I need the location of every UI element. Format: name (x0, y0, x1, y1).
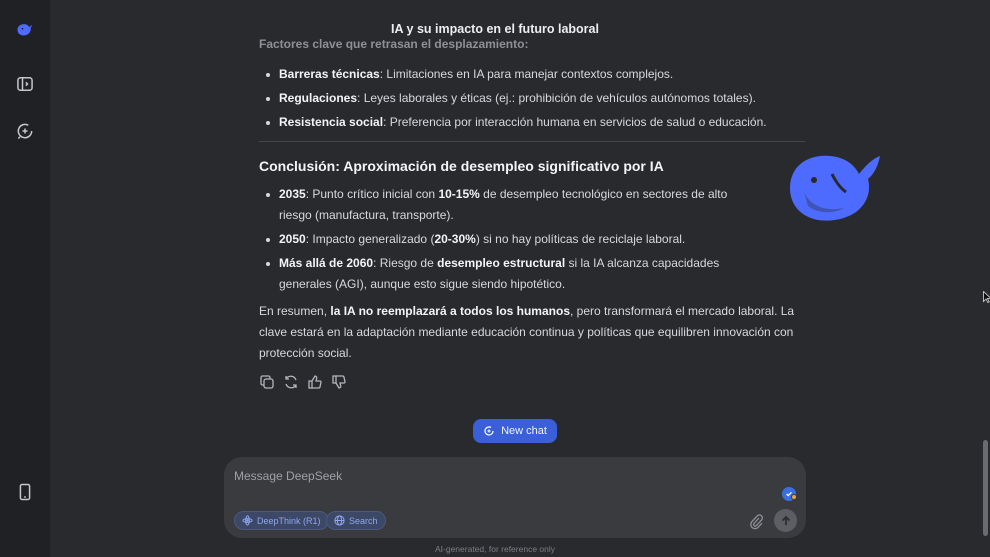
list-item-bold: Más allá de 2060 (279, 256, 374, 270)
message-input[interactable] (234, 467, 774, 485)
list-item-bold: Resistencia social (279, 115, 384, 129)
list-item-bold: Barreras técnicas (279, 67, 380, 81)
list-item-bold: desempleo estructural (437, 256, 566, 270)
factors-list: Barreras técnicas: Limitaciones en IA pa… (259, 64, 809, 133)
new-chat-button[interactable]: New chat (473, 419, 557, 443)
attach-icon[interactable] (748, 512, 764, 530)
conclusion-heading: Conclusión: Aproximación de desempleo si… (259, 158, 664, 174)
summary-bold: la IA no reemplazará a todos los humanos (330, 304, 570, 318)
list-item-bold: 2035 (279, 187, 306, 201)
new-chat-icon[interactable] (13, 119, 37, 143)
deepseek-whale-icon (784, 148, 886, 226)
search-label: Search (349, 515, 378, 526)
list-item-text: : Riesgo de (373, 256, 438, 270)
list-item-bold: 2050 (279, 232, 306, 246)
sidebar-toggle-icon[interactable] (13, 72, 37, 96)
new-chat-icon (484, 426, 494, 436)
scrollbar[interactable] (983, 440, 988, 536)
faded-heading: Factores clave que retrasan el desplazam… (259, 37, 529, 50)
thumbs-up-icon[interactable] (307, 374, 323, 390)
mobile-app-icon[interactable] (13, 480, 37, 504)
list-item-text: : Limitaciones en IA para manejar contex… (379, 67, 674, 81)
list-item-bold: 10-15% (438, 187, 480, 201)
send-button[interactable] (774, 509, 797, 532)
list-item-bold: Regulaciones (279, 91, 358, 105)
summary-text: En resumen, (259, 304, 331, 318)
summary-paragraph: En resumen, la IA no reemplazará a todos… (259, 301, 809, 364)
conversation-title: IA y su impacto en el futuro laboral (391, 22, 599, 36)
deepthink-label: DeepThink (R1) (257, 515, 321, 526)
copy-icon[interactable] (259, 374, 275, 390)
new-chat-label: New chat (501, 425, 547, 437)
list-item-text: : Punto crítico inicial con (305, 187, 439, 201)
arrow-up-icon (781, 515, 790, 525)
list-item-text: : Impacto generalizado ( (305, 232, 435, 246)
regenerate-icon[interactable] (283, 374, 299, 390)
mouse-cursor-icon (983, 290, 990, 304)
sidebar (0, 0, 50, 557)
list-item-text: ) si no hay políticas de reciclaje labor… (475, 232, 686, 246)
atom-icon (242, 515, 253, 526)
list-item: Barreras técnicas: Limitaciones en IA pa… (259, 64, 809, 85)
message-composer: DeepThink (R1) Search (224, 457, 806, 538)
search-button[interactable]: Search (326, 511, 386, 530)
list-item-text: : Preferencia por interacción humana en … (383, 115, 767, 129)
deepthink-button[interactable]: DeepThink (R1) (234, 511, 329, 530)
timeline-list: 2035: Punto crítico inicial con 10-15% d… (259, 184, 759, 295)
list-item: 2050: Impacto generalizado (20-30%) si n… (259, 229, 759, 250)
globe-icon (334, 515, 345, 526)
list-item: Resistencia social: Preferencia por inte… (259, 112, 809, 133)
divider (259, 141, 805, 142)
list-item: Más allá de 2060: Riesgo de desempleo es… (259, 253, 759, 295)
message-actions (259, 374, 347, 390)
thumbs-down-icon[interactable] (331, 374, 347, 390)
list-item: Regulaciones: Leyes laborales y éticas (… (259, 88, 809, 109)
disclaimer: AI-generated, for reference only (434, 544, 555, 554)
list-item: 2035: Punto crítico inicial con 10-15% d… (259, 184, 759, 226)
assistant-message: Factores clave que retrasan el desplazam… (259, 36, 809, 364)
status-dot (791, 494, 797, 500)
list-item-text: : Leyes laborales y éticas (ej.: prohibi… (357, 91, 756, 105)
list-item-bold: 20-30% (434, 232, 476, 246)
